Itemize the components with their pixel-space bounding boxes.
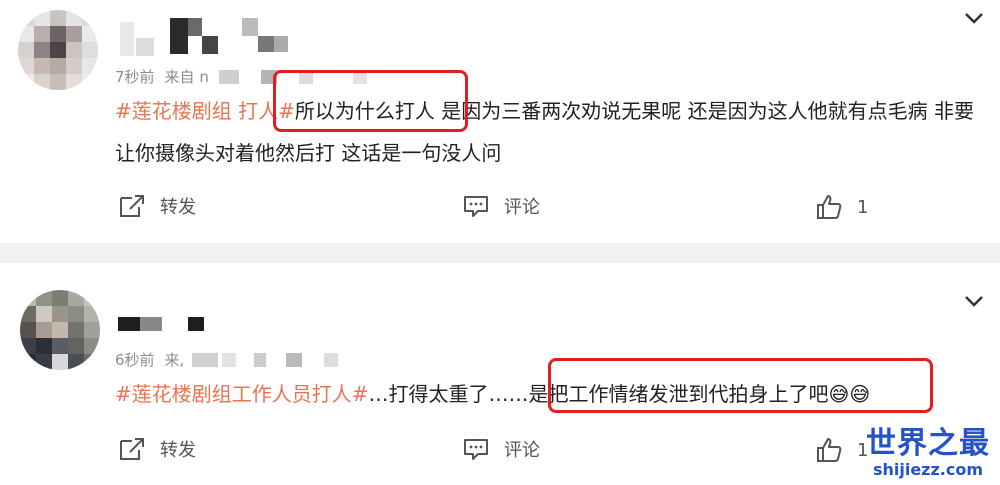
post-source: 来自 n [164, 68, 209, 86]
topic-link[interactable]: #莲花楼剧组工作人员打人# [115, 382, 369, 406]
comment-label: 评论 [504, 197, 540, 218]
post-meta: 7秒前 来自 n [115, 66, 367, 87]
redacted-source [218, 69, 239, 84]
post-time: 7秒前 [115, 68, 155, 86]
post-card: 7秒前 来自 n #莲花楼剧组 打人#所以为什么打人 是因为三番两次劝说无果呢 … [0, 0, 1000, 243]
repost-icon [120, 438, 144, 460]
like-button[interactable]: 1 [815, 436, 868, 464]
feed-divider [0, 243, 1000, 263]
post-card: 6秒前 来, #莲花楼剧组工作人员打人#…打得太重了……是把工作情绪发泄到代拍身… [0, 263, 1000, 485]
comment-button[interactable]: 评论 [462, 193, 540, 219]
redacted-source [192, 352, 219, 367]
post-source: 来, [164, 351, 185, 369]
redacted-source [260, 69, 277, 84]
action-bar: 转发 评论 1 [0, 436, 1000, 476]
repost-button[interactable]: 转发 [118, 193, 196, 219]
chevron-down-icon[interactable] [962, 291, 986, 311]
post-content: #莲花楼剧组 打人#所以为什么打人 是因为三番两次劝说无果呢 还是因为这人他就有… [115, 90, 985, 174]
chevron-down-icon[interactable] [962, 8, 986, 28]
watermark-title: 世界之最 [866, 426, 990, 461]
comment-label: 评论 [504, 440, 540, 461]
post-time: 6秒前 [115, 351, 155, 369]
like-icon [817, 195, 842, 219]
redacted-source [324, 352, 339, 367]
post-meta: 6秒前 来, [115, 349, 339, 370]
redacted-source [222, 352, 237, 367]
username-redacted[interactable] [118, 315, 204, 351]
like-icon [817, 438, 842, 462]
like-button[interactable]: 1 [815, 193, 868, 221]
topic-link[interactable]: #莲花楼剧组 打人# [115, 99, 295, 123]
username-redacted[interactable] [120, 18, 288, 56]
repost-icon [120, 195, 144, 217]
redacted-source [352, 69, 367, 84]
repost-label: 转发 [160, 197, 196, 218]
watermark-logo: 世界之最 shijiezz.com [866, 427, 990, 479]
action-bar: 转发 评论 1 [0, 193, 1000, 233]
watermark-url: shijiezz.com [872, 460, 984, 479]
redacted-source [298, 69, 313, 84]
redacted-source [286, 352, 303, 367]
comment-button[interactable]: 评论 [462, 436, 540, 462]
repost-button[interactable]: 转发 [118, 436, 196, 462]
redacted-source [254, 352, 267, 367]
post-text: …打得太重了……是把工作情绪发泄到代拍身上了吧😅😅 [368, 382, 871, 406]
comment-icon [464, 439, 488, 460]
avatar[interactable] [20, 290, 100, 370]
post-content: #莲花楼剧组工作人员打人#…打得太重了……是把工作情绪发泄到代拍身上了吧😅😅 [115, 373, 985, 415]
like-count: 1 [857, 196, 869, 218]
avatar[interactable] [18, 10, 98, 90]
repost-label: 转发 [160, 440, 196, 461]
comment-icon [464, 196, 488, 217]
